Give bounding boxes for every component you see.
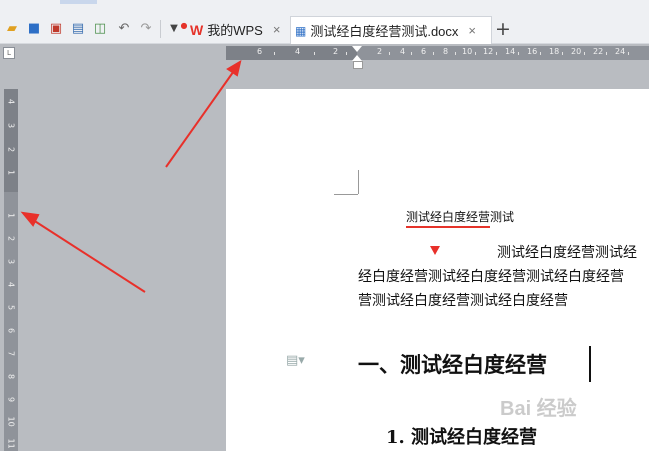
wps-logo-icon: W	[190, 21, 204, 38]
ruler-label: 1	[6, 169, 16, 176]
annotation-arrowhead	[226, 59, 242, 77]
ruler-label: 12	[483, 47, 494, 56]
heading-2[interactable]: 1. 测试经白度经营	[386, 423, 537, 449]
save-icon[interactable]: ■	[26, 21, 42, 37]
ruler-label: 14	[505, 47, 516, 56]
ruler-label: 4	[6, 281, 16, 288]
open-folder-icon[interactable]: ▰	[4, 21, 20, 37]
ruler-label: 5	[6, 304, 16, 311]
ruler-label: 6	[257, 47, 263, 56]
ruler-label: 7	[6, 350, 16, 357]
annotation-arrow-vertical-ruler	[29, 217, 146, 293]
ruler-label: 2	[377, 47, 383, 56]
ruler-label: 4	[6, 98, 16, 105]
undo-icon[interactable]: ↶	[116, 21, 132, 37]
toolbar: ▰ ■ ▣ ▤ ◫ ↶ ↷ ▼ ● W 我的WPS × ▦ 测试经白度经营测试.…	[0, 0, 649, 44]
horizontal-ruler[interactable]: 6 4 2 2 4 6 8 10 12 14 16 18 20 22 24	[226, 46, 649, 60]
paragraph-line[interactable]: 经白度经营测试经白度经营测试经白度经营	[358, 266, 624, 286]
ruler-label: 24	[615, 47, 626, 56]
left-indent-marker[interactable]	[353, 61, 363, 69]
text-cursor	[589, 346, 591, 382]
ruler-label: 10	[6, 416, 16, 427]
docx-file-icon: ▦	[295, 23, 307, 38]
ruler-label: 4	[400, 47, 406, 56]
page-margin-crop-mark	[334, 194, 358, 195]
ruler-label: 10	[462, 47, 473, 56]
ruler-label: 4	[295, 47, 301, 56]
redo-icon[interactable]: ↷	[138, 21, 154, 37]
active-menu-indicator	[60, 0, 97, 4]
ruler-label: 1	[6, 212, 16, 219]
print-preview-icon[interactable]: ◫	[92, 21, 108, 37]
ruler-label: 2	[333, 47, 339, 56]
close-icon[interactable]: ×	[468, 23, 476, 38]
ruler-label: 3	[6, 258, 16, 265]
ruler-label: 18	[549, 47, 560, 56]
title-underline	[406, 226, 490, 228]
first-line-indent-marker[interactable]	[352, 46, 362, 52]
ruler-label: 16	[527, 47, 538, 56]
tab-label: 测试经白度经营测试.docx	[310, 24, 459, 39]
print-icon[interactable]: ▤	[70, 21, 86, 37]
baidu-watermark-logo: Bai 经验	[500, 398, 577, 420]
ruler-label: 2	[6, 235, 16, 242]
ruler-label: 6	[421, 47, 427, 56]
ruler-label: 20	[571, 47, 582, 56]
close-icon[interactable]: ×	[273, 22, 281, 37]
tab-label: 我的WPS	[207, 23, 263, 38]
new-tab-button[interactable]: +	[495, 19, 511, 39]
ruler-label: 8	[443, 47, 449, 56]
page-margin-crop-mark	[358, 170, 359, 194]
paragraph-line[interactable]: 测试经白度经营测试经	[497, 242, 637, 262]
ruler-toggle-button[interactable]: L	[3, 47, 15, 59]
ruler-label: 9	[6, 396, 16, 403]
ruler-label: 22	[593, 47, 604, 56]
toolbar-divider	[160, 20, 161, 38]
ruler-label: 3	[6, 122, 16, 129]
paragraph-line[interactable]: 营测试经白度经营测试经白度经营	[358, 290, 568, 310]
document-title[interactable]: 测试经白度经营测试	[406, 208, 514, 225]
tab-my-wps[interactable]: W 我的WPS ×	[190, 16, 286, 43]
export-pdf-icon[interactable]: ▣	[48, 21, 64, 37]
ruler-label: 8	[6, 373, 16, 380]
indent-indicator-icon	[430, 246, 440, 255]
heading-1[interactable]: 一、测试经白度经营	[358, 349, 547, 379]
annotation-arrowhead	[20, 211, 40, 227]
ruler-label: 6	[6, 327, 16, 334]
vertical-ruler[interactable]: 4 3 2 1 1 2 3 4 5 6 7 8 9 10 11	[4, 89, 18, 451]
ruler-label: 11	[6, 438, 16, 449]
tab-document[interactable]: ▦ 测试经白度经营测试.docx ×	[290, 16, 492, 44]
ruler-label: 2	[6, 146, 16, 153]
paragraph-menu-icon[interactable]: ▤▾	[286, 353, 305, 368]
